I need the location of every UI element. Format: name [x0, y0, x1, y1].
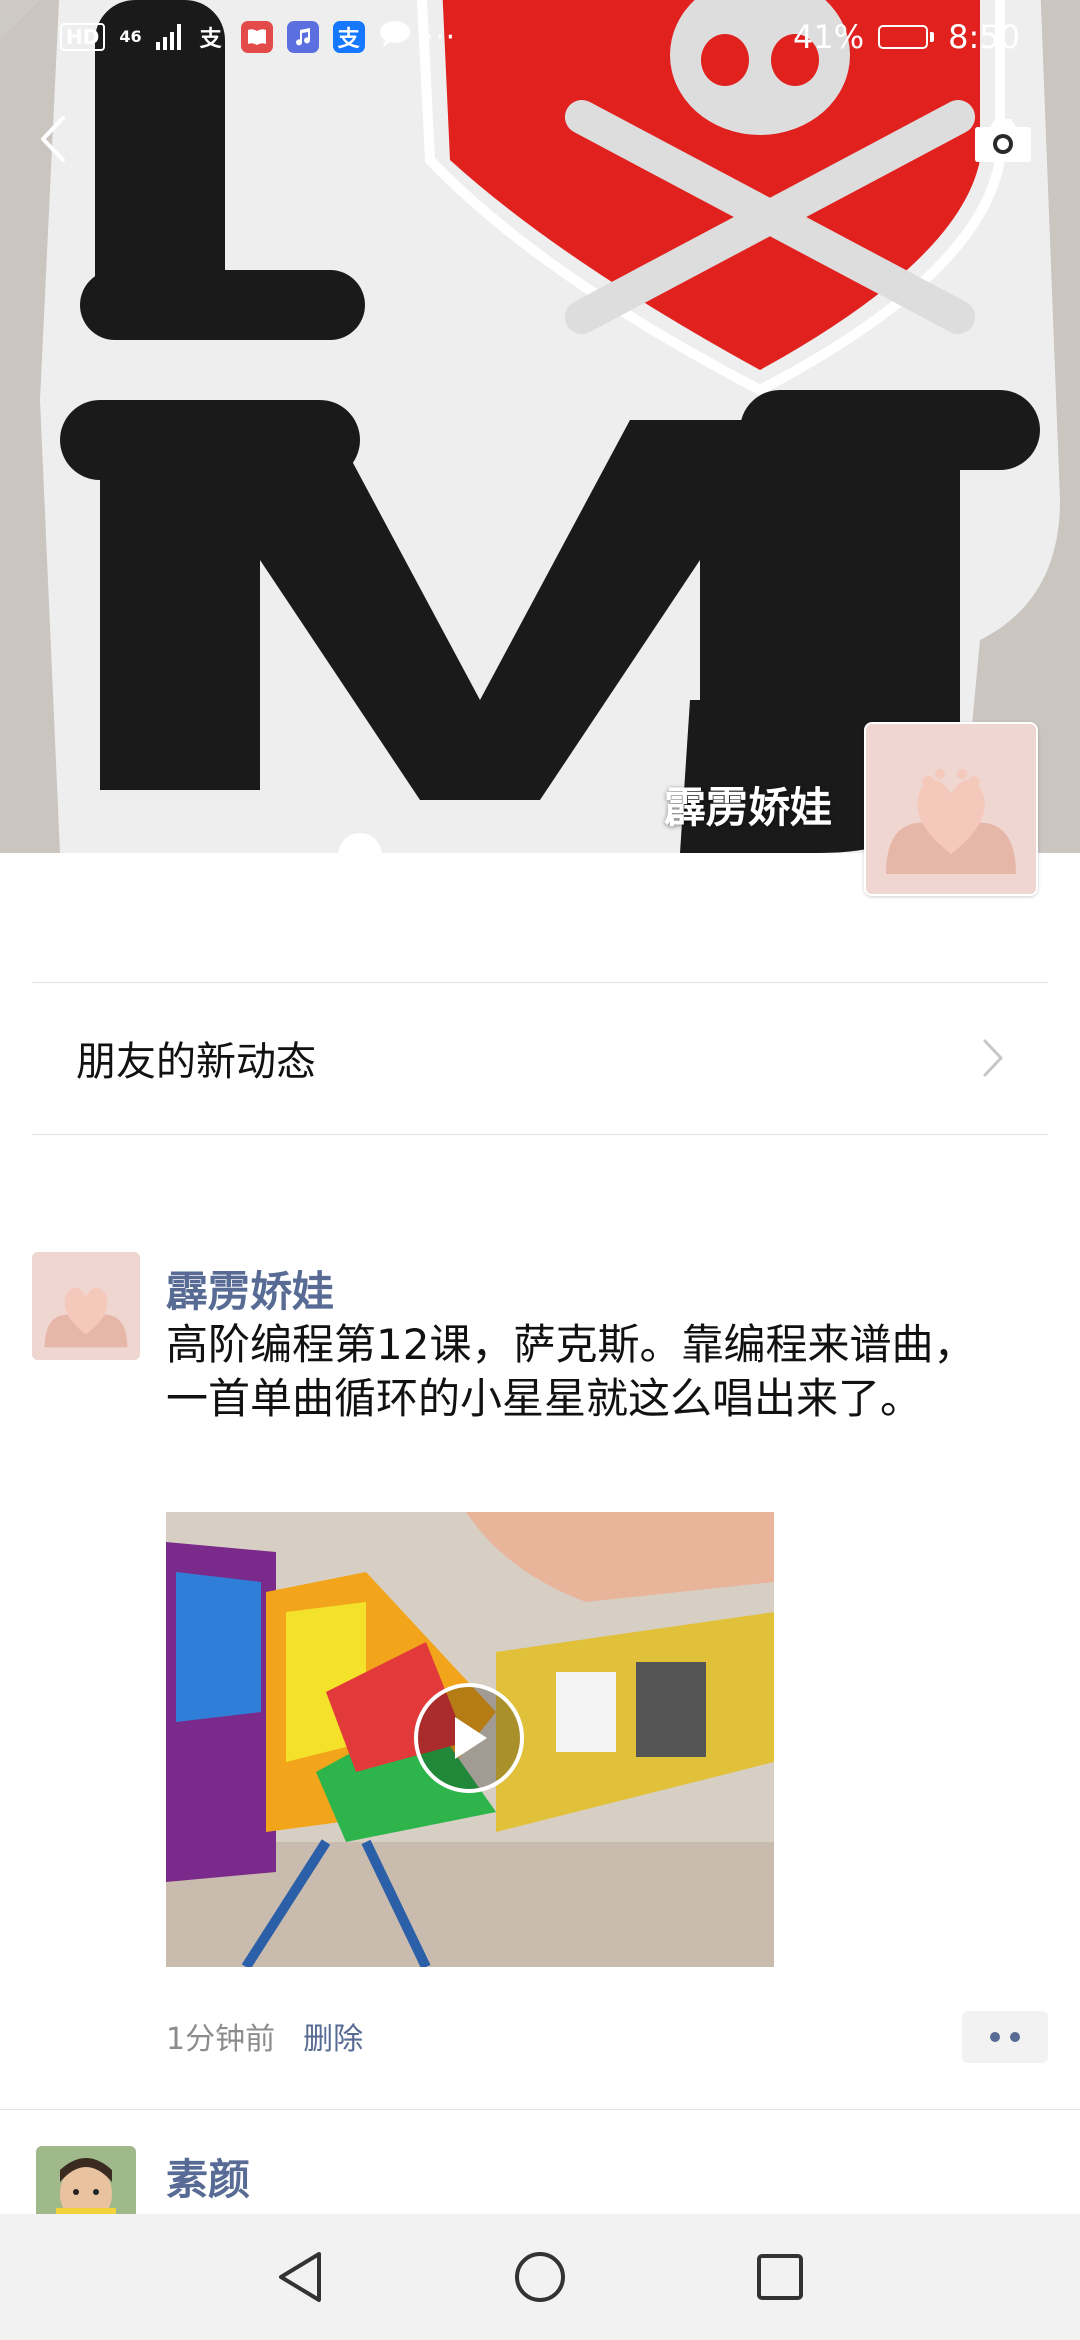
- profile-avatar[interactable]: [864, 722, 1038, 896]
- post-text: 高阶编程第12课，萨克斯。靠编程来谱曲，一首单曲循环的小星星就这么唱出来了。: [166, 1320, 976, 1423]
- status-bar: HD 46 支 支 ··· 41% 8:50: [0, 0, 1080, 74]
- post-author-avatar[interactable]: [36, 2146, 136, 2214]
- more-notifications: ···: [424, 19, 457, 55]
- play-button[interactable]: [414, 1683, 524, 1793]
- baby-feet-heart-image: [32, 1252, 140, 1360]
- child-photo: [36, 2146, 136, 2214]
- circle-home-icon: [515, 2252, 565, 2302]
- baby-feet-heart-image: [866, 724, 1036, 894]
- battery-percent: 41%: [793, 18, 865, 56]
- comment-like-menu-button[interactable]: [962, 2011, 1048, 2063]
- post-video[interactable]: [166, 1512, 774, 1967]
- friends-updates-label: 朋友的新动态: [76, 1039, 316, 1085]
- music-app-icon: [286, 21, 319, 53]
- dot-icon: [990, 2032, 1000, 2042]
- nav-recents-button[interactable]: [740, 2237, 820, 2317]
- dot-icon: [1010, 2032, 1020, 2042]
- back-button[interactable]: [28, 108, 76, 170]
- post-author-name[interactable]: 素颜: [166, 2146, 250, 2207]
- chat-bubble-icon: [379, 18, 411, 56]
- delete-link[interactable]: 删除: [303, 2014, 363, 2058]
- clock: 8:50: [948, 18, 1020, 56]
- battery-icon: [878, 25, 935, 49]
- divider: [0, 2109, 1080, 2110]
- nav-back-button[interactable]: [260, 2237, 340, 2317]
- chevron-left-icon: [41, 116, 65, 162]
- post-author-avatar[interactable]: [32, 1252, 140, 1360]
- chevron-right-icon: [983, 1039, 1003, 1077]
- friends-updates-row[interactable]: 朋友的新动态: [32, 983, 1048, 1133]
- network-type: 46: [119, 27, 142, 46]
- post-author-name[interactable]: 霹雳娇娃: [166, 1258, 334, 1319]
- nav-home-button[interactable]: [500, 2237, 580, 2317]
- post-meta: 1分钟前 删除: [166, 2014, 363, 2058]
- signal-icon: [155, 24, 181, 50]
- square-recents-icon: [757, 2254, 803, 2300]
- triangle-back-icon: [279, 2252, 321, 2302]
- camera-button[interactable]: [972, 112, 1034, 168]
- camera-icon: [975, 119, 1031, 162]
- hd-indicator: HD: [60, 23, 106, 51]
- book-app-icon: [240, 21, 273, 53]
- post-time: 1分钟前: [166, 2022, 276, 2057]
- divider: [32, 1134, 1048, 1135]
- play-icon: [455, 1717, 487, 1759]
- alipay-icon: 支: [199, 27, 222, 52]
- system-nav-bar: [0, 2214, 1080, 2340]
- alipay-app-icon: 支: [332, 21, 365, 53]
- cover-username: 霹雳娇娃: [663, 783, 832, 832]
